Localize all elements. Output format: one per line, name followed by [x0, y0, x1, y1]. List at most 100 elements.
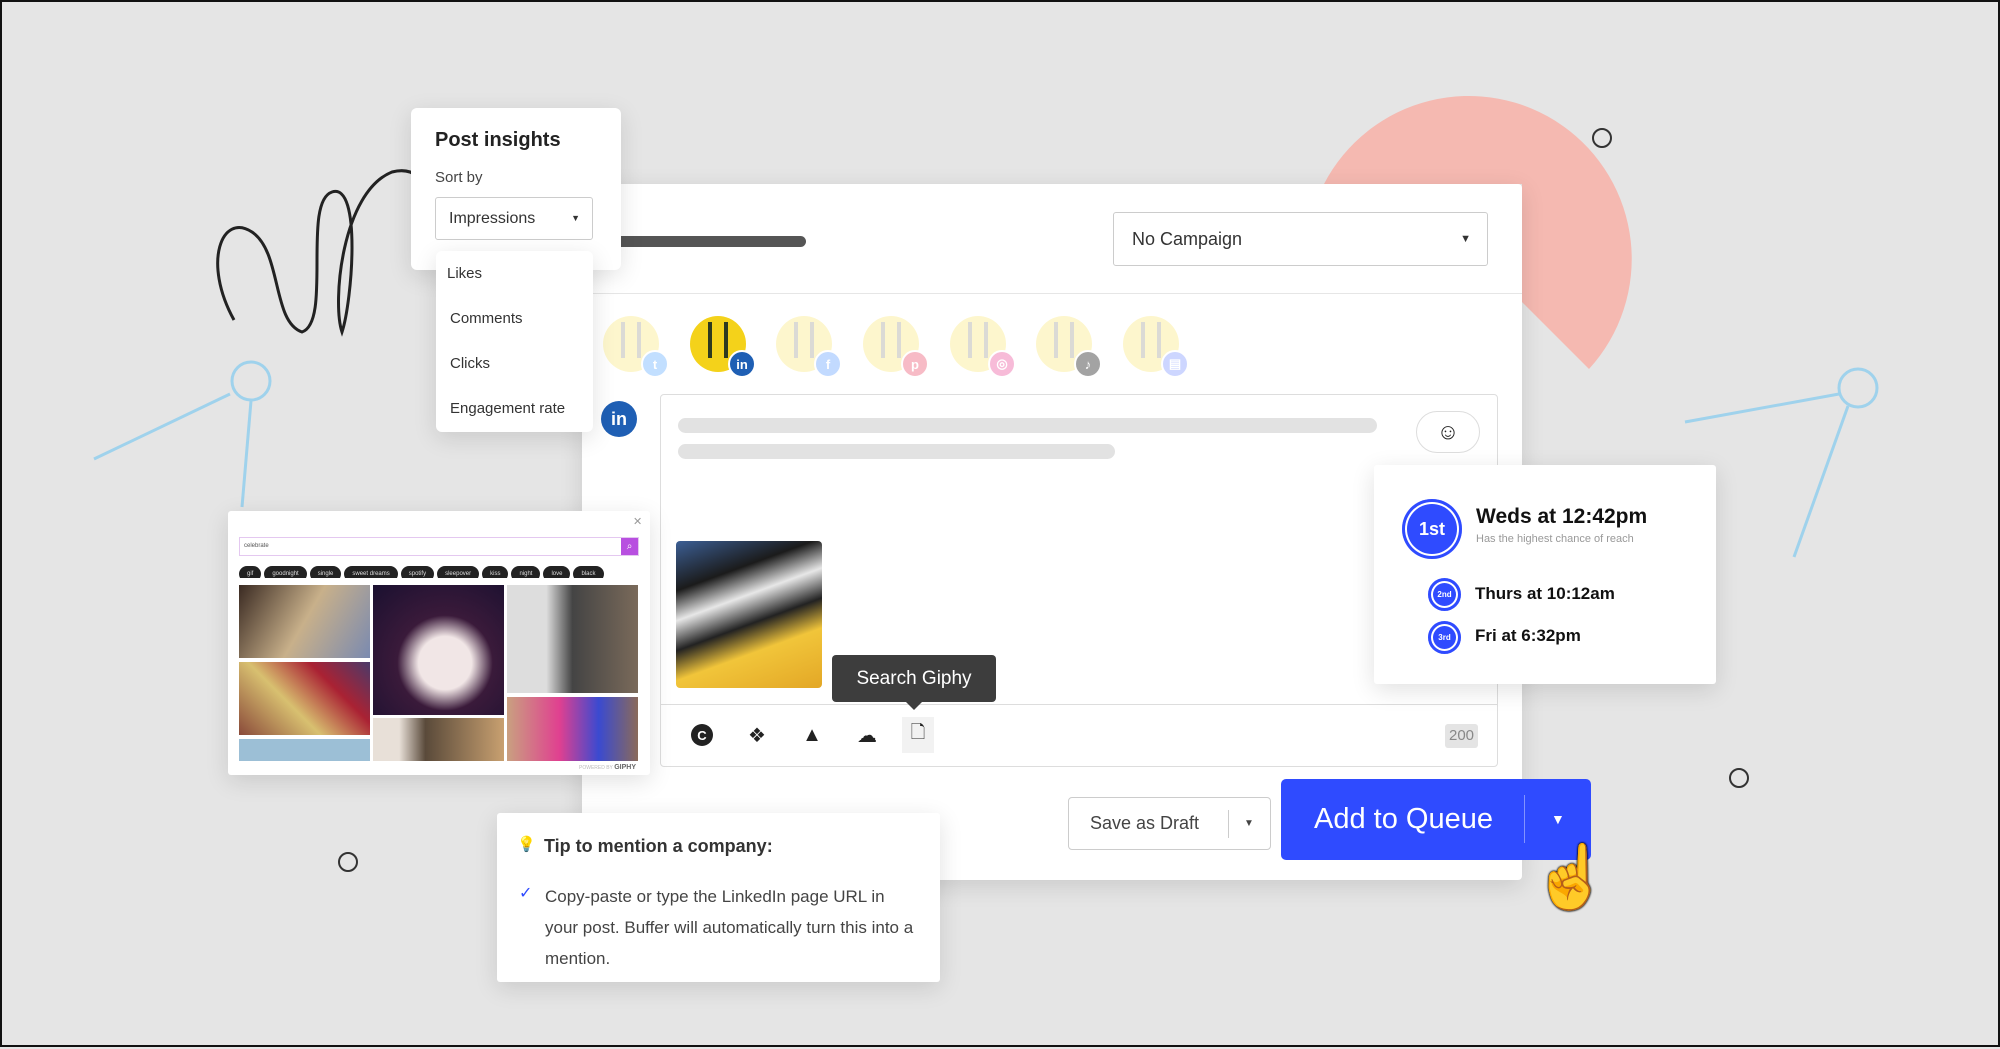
- giphy-tag[interactable]: single: [309, 566, 342, 578]
- instagram-icon: ◎: [988, 350, 1016, 378]
- close-icon[interactable]: ✕: [633, 515, 642, 528]
- linkedin-icon: in: [601, 401, 637, 437]
- campaign-select[interactable]: No Campaign ▼: [1113, 212, 1488, 266]
- avatar-image: [794, 322, 814, 358]
- tooltip-text: Search Giphy: [856, 668, 972, 689]
- profile-avatar-google-business[interactable]: ▤: [1123, 316, 1189, 378]
- avatar-image: [621, 322, 641, 358]
- add-to-queue-label: Add to Queue: [1314, 803, 1493, 835]
- sort-select[interactable]: Impressions ▼: [435, 197, 593, 240]
- gif-result[interactable]: [373, 585, 504, 715]
- tip-title: Tip to mention a company:: [544, 836, 773, 856]
- powered-by-label: POWERED BY: [579, 765, 613, 771]
- giphy-tag-row: gif goodnight single sweet dreams spotify sle…: [239, 562, 639, 578]
- cloud-icon[interactable]: ☁: [854, 722, 880, 748]
- optimal-times-card: 1st Weds at 12:42pm Has the highest chan…: [1374, 465, 1716, 684]
- rank-badge-1st: 1st: [1402, 499, 1462, 559]
- profile-avatar-facebook[interactable]: f: [776, 316, 842, 378]
- linkedin-icon: in: [728, 350, 756, 378]
- scribble: [216, 169, 429, 337]
- save-draft-label: Save as Draft: [1090, 813, 1200, 833]
- giphy-query: celebrate: [244, 543, 269, 549]
- first-time[interactable]: Weds at 12:42pm: [1476, 505, 1647, 529]
- gif-result[interactable]: [239, 739, 370, 761]
- character-count: 200: [1445, 724, 1478, 748]
- second-time[interactable]: Thurs at 10:12am: [1475, 584, 1615, 604]
- google-business-icon: ▤: [1161, 350, 1189, 378]
- chevron-down-icon[interactable]: ▼: [1244, 798, 1254, 849]
- avatar-image: [968, 322, 988, 358]
- post-insights-card: Post insights Sort by Impressions ▼: [411, 108, 621, 270]
- hand-cursor-icon: ☝: [1532, 843, 1610, 912]
- text-placeholder-line: [678, 444, 1115, 459]
- first-time-note: Has the highest chance of reach: [1476, 533, 1634, 545]
- google-drive-icon[interactable]: ▲: [799, 722, 825, 748]
- giphy-tag[interactable]: gif: [239, 566, 262, 578]
- toolbar-divider: [661, 704, 1497, 705]
- sort-select-value: Impressions: [449, 210, 536, 227]
- avatar-image: [881, 322, 901, 358]
- divider: [582, 293, 1522, 294]
- chevron-down-icon: ▼: [1460, 233, 1471, 245]
- giphy-tag[interactable]: sleepover: [437, 566, 480, 578]
- tip-body: Copy-paste or type the LinkedIn page URL…: [545, 887, 914, 968]
- giphy-tag[interactable]: sweet dreams: [344, 566, 398, 578]
- deco-node: [230, 360, 272, 402]
- campaign-select-value: No Campaign: [1132, 229, 1243, 249]
- third-time[interactable]: Fri at 6:32pm: [1475, 626, 1581, 646]
- facebook-icon: f: [814, 350, 842, 378]
- profile-avatar-pinterest[interactable]: p: [863, 316, 929, 378]
- attached-image[interactable]: [676, 541, 822, 688]
- deco-circle: [1729, 768, 1749, 788]
- profile-avatar-twitter[interactable]: t: [603, 316, 669, 378]
- canva-icon[interactable]: C: [689, 722, 715, 748]
- deco-circle: [1592, 128, 1612, 148]
- search-giphy-tooltip: Search Giphy: [832, 655, 996, 710]
- giphy-tag[interactable]: spotify: [400, 566, 435, 578]
- giphy-search-input[interactable]: celebrate ⌕: [239, 537, 639, 556]
- search-icon[interactable]: ⌕: [621, 538, 638, 555]
- menu-item-likes[interactable]: Likes: [436, 251, 593, 296]
- deco-circle: [338, 852, 358, 872]
- giphy-file-icon[interactable]: 🗋: [902, 717, 934, 753]
- deco-node: [1837, 367, 1879, 409]
- chevron-down-icon: ▼: [571, 213, 580, 223]
- giphy-panel: ✕ celebrate ⌕ gif goodnight single sweet dr…: [228, 511, 650, 775]
- pinterest-icon: p: [901, 350, 929, 378]
- tip-card: 💡 Tip to mention a company: ✓ Copy-paste…: [497, 813, 940, 982]
- giphy-logo: GIPHY: [614, 764, 636, 771]
- emoji-button[interactable]: ☺: [1416, 411, 1480, 453]
- tiktok-icon: ♪: [1074, 350, 1102, 378]
- giphy-tag[interactable]: black: [573, 566, 604, 578]
- avatar-image: [1141, 322, 1161, 358]
- canva-glyph: C: [691, 724, 713, 746]
- dropbox-icon[interactable]: ❖: [744, 722, 770, 748]
- lightbulb-icon: 💡: [517, 836, 536, 853]
- profile-avatar-tiktok[interactable]: ♪: [1036, 316, 1102, 378]
- giphy-tag[interactable]: night: [511, 566, 541, 578]
- checkmark-icon: ✓: [519, 885, 533, 902]
- title-bar-placeholder: [614, 236, 806, 247]
- menu-item-engagement-rate[interactable]: Engagement rate: [436, 386, 593, 431]
- gif-result[interactable]: [507, 585, 638, 693]
- save-draft-button[interactable]: Save as Draft ▼: [1068, 797, 1271, 850]
- giphy-tag[interactable]: kiss: [482, 566, 509, 578]
- rank-badge-2nd: 2nd: [1428, 578, 1461, 611]
- avatar-image: [708, 322, 728, 358]
- profile-avatar-linkedin[interactable]: in: [690, 316, 756, 378]
- giphy-tag[interactable]: goodnight: [264, 566, 307, 578]
- giphy-tag[interactable]: love: [543, 566, 571, 578]
- gif-result[interactable]: [239, 585, 370, 658]
- gif-result[interactable]: [373, 718, 504, 761]
- twitter-icon: t: [641, 350, 669, 378]
- sort-by-label: Sort by: [435, 169, 483, 186]
- gif-result[interactable]: [239, 662, 370, 735]
- menu-item-clicks[interactable]: Clicks: [436, 341, 593, 386]
- gif-result[interactable]: [507, 697, 638, 761]
- rank-badge-3rd: 3rd: [1428, 621, 1461, 654]
- insights-title: Post insights: [435, 129, 561, 151]
- menu-item-comments[interactable]: Comments: [436, 296, 593, 341]
- giphy-attribution: POWERED BY GIPHY: [579, 764, 636, 771]
- post-editor[interactable]: ☺: [660, 394, 1498, 767]
- profile-avatar-instagram[interactable]: ◎: [950, 316, 1016, 378]
